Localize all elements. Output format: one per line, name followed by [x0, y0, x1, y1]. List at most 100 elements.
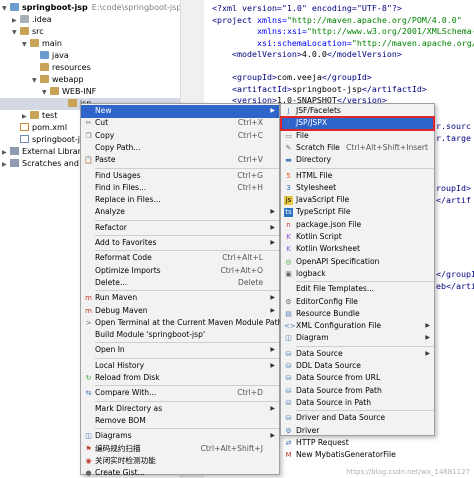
menu-item-create-gist[interactable]: ● Create Gist...	[81, 467, 279, 478]
tree-item-external-libraries[interactable]: ▶ External Librarie	[2, 146, 88, 158]
code-line[interactable]: <project xmlns="http://maven.apache.org/…	[212, 15, 462, 26]
tree-item-iml[interactable]: springboot-jsp	[20, 134, 89, 146]
menu-item-copy[interactable]: ❐ Copy Ctrl+C	[81, 130, 279, 143]
tree-item-idea[interactable]: ▶ .idea	[12, 14, 52, 26]
tree-item-label: .idea	[32, 15, 52, 24]
folder-icon	[50, 87, 59, 95]
menu-item-build-module-springboot-jsp[interactable]: Build Module 'springboot-jsp'	[81, 329, 279, 342]
menu-item-new[interactable]: New ▶	[81, 105, 279, 118]
chevron-down-icon[interactable]: ▼	[2, 3, 10, 15]
tree-item-webapp[interactable]: ▼ webapp	[32, 74, 84, 86]
menu-item-stylesheet[interactable]: 3 Stylesheet	[281, 182, 434, 195]
menu-item-editorconfig-file[interactable]: ⚙ EditorConfig File	[281, 296, 434, 309]
menu-item-open-terminal-at-the-current-maven-module-path[interactable]: > Open Terminal at the Current Maven Modu…	[81, 317, 283, 330]
menu-item-cut[interactable]: ✂ Cut Ctrl+X	[81, 117, 279, 130]
menu-item-jsp-jspx[interactable]: J JSP/JSPX	[280, 116, 435, 131]
code-line[interactable]: <?xml version="1.0" encoding="UTF-8"?>	[212, 3, 402, 14]
menu-item-remove-bom[interactable]: Remove BOM	[81, 415, 279, 428]
code-fragment[interactable]: roupId>	[436, 183, 471, 194]
code-line[interactable]: <modelVersion>4.0.0</modelVersion>	[212, 49, 402, 60]
menu-item-refactor[interactable]: Refactor ▶	[81, 222, 279, 235]
menu-item-kotlin-worksheet[interactable]: K Kotlin Worksheet	[281, 243, 434, 256]
menu-item-replace-in-files[interactable]: Replace in Files...	[81, 194, 279, 207]
menu-item-data-source-from-url[interactable]: ⛁ Data Source from URL	[281, 372, 434, 385]
driver-icon: ⚙	[285, 426, 292, 435]
menu-item-resource-bundle[interactable]: ▤ Resource Bundle	[281, 308, 434, 321]
menu-item-delete[interactable]: Delete... Delete	[81, 277, 279, 290]
menu-item-reload-from-disk[interactable]: ↻ Reload from Disk	[81, 372, 279, 385]
menu-item-find-usages[interactable]: Find Usages Ctrl+G	[81, 170, 279, 183]
code-fragment[interactable]: r.targe	[436, 133, 471, 144]
menu-item-jsf-facelets[interactable]: J JSF/Facelets	[281, 105, 434, 118]
tree-item-scratches[interactable]: ▶ Scratches and C	[2, 158, 87, 170]
menu-item-diagram[interactable]: ◫ Diagram ▶	[281, 332, 434, 345]
menu-item-compare-with[interactable]: ⇆ Compare With... Ctrl+D	[81, 387, 279, 400]
tree-item-pom[interactable]: pom.xml	[20, 122, 67, 134]
code-line[interactable]: <artifactId>springboot-jsp</artifactId>	[212, 84, 427, 95]
menu-item-javascript-file[interactable]: js JavaScript File	[281, 194, 434, 207]
menu-item-xml-configuration-file[interactable]: <> XML Configuration File ▶	[281, 320, 434, 333]
menu-item-local-history[interactable]: Local History ▶	[81, 360, 279, 373]
menu-item-scratch-file[interactable]: ✎ Scratch File Ctrl+Alt+Shift+Insert	[281, 142, 434, 155]
chevron-down-icon[interactable]: ▼	[32, 75, 40, 87]
code-fragment[interactable]: </artif	[436, 195, 471, 206]
menu-item-ddl-data-source[interactable]: ⛁ DDL Data Source	[281, 360, 434, 373]
menu-item-new-mybatisgeneratorfile[interactable]: M New MybatisGeneratorFile	[281, 449, 434, 462]
realtime-icon: ◉	[85, 456, 92, 465]
menu-item-data-source[interactable]: ⛁ Data Source ▶	[281, 348, 434, 361]
menu-item-analyze[interactable]: Analyze ▶	[81, 206, 279, 219]
menu-item-directory[interactable]: ▬ Directory	[281, 154, 434, 167]
tree-item-label: test	[42, 111, 58, 120]
tree-item-src[interactable]: ▼ src	[12, 26, 44, 38]
tree-item-resources[interactable]: resources	[40, 62, 91, 74]
code-fragment[interactable]: eb</artif	[436, 281, 474, 292]
menu-item-data-source-from-path[interactable]: ⛁ Data Source from Path	[281, 385, 434, 398]
folder-icon	[68, 99, 77, 107]
menu-item-copy-path[interactable]: Copy Path...	[81, 142, 279, 155]
shortcut-label: Ctrl+X	[237, 118, 263, 128]
menu-item-file[interactable]: ▭ File	[281, 130, 434, 143]
chevron-right-icon[interactable]: ▶	[2, 159, 10, 171]
menu-item-run-maven[interactable]: m Run Maven ▶	[81, 292, 279, 305]
menu-item-find-in-files[interactable]: Find in Files... Ctrl+H	[81, 182, 279, 195]
menu-item-typescript-file[interactable]: ts TypeScript File	[281, 206, 434, 219]
menu-item-item-36[interactable]: ◉ 关闭实时检测功能	[81, 455, 279, 468]
code-line[interactable]: xsi:schemaLocation="http://maven.apache.…	[212, 38, 474, 49]
menu-item-driver[interactable]: ⚙ Driver	[281, 425, 434, 438]
menu-item-openapi-specification[interactable]: ◎ OpenAPI Specification	[281, 256, 434, 269]
menu-item-label: HTML File	[296, 170, 333, 180]
library-icon	[10, 147, 19, 155]
tree-item-main[interactable]: ▼ main	[22, 38, 62, 50]
code-line[interactable]: <groupId>com.veeja</groupId>	[212, 72, 372, 83]
menu-item-reformat-code[interactable]: Reformat Code Ctrl+Alt+L	[81, 252, 279, 265]
tree-item-test[interactable]: ▶ test	[22, 110, 57, 122]
menu-item-label: Diagrams	[95, 431, 132, 441]
menu-separator	[95, 235, 279, 236]
openapi-icon: ◎	[285, 257, 292, 266]
menu-item-debug-maven[interactable]: m Debug Maven ▶	[81, 305, 279, 318]
menu-item-diagrams[interactable]: ◫ Diagrams ▶	[81, 430, 279, 443]
menu-item-html-file[interactable]: 5 HTML File	[281, 170, 434, 183]
menu-item-driver-and-data-source[interactable]: ⛁ Driver and Data Source	[281, 412, 434, 425]
tree-root[interactable]: ▼ springboot-jsp E:\code\springboot-jsp	[2, 2, 181, 14]
code-fragment[interactable]: r.sourc	[436, 121, 471, 132]
menu-item-logback[interactable]: ▣ logback	[281, 268, 434, 281]
menu-item-kotlin-script[interactable]: K Kotlin Script	[281, 231, 434, 244]
menu-item-open-in[interactable]: Open In ▶	[81, 344, 279, 357]
tree-item-java[interactable]: java	[40, 50, 69, 62]
tree-item-web-inf[interactable]: ▼ WEB-INF	[42, 86, 96, 98]
code-fragment[interactable]: </groupId	[436, 269, 474, 280]
menu-item-optimize-imports[interactable]: Optimize Imports Ctrl+Alt+O	[81, 265, 279, 278]
menu-item-data-source-in-path[interactable]: ⛁ Data Source in Path	[281, 397, 434, 410]
menu-item-add-to-favorites[interactable]: Add to Favorites ▶	[81, 237, 279, 250]
menu-item-mark-directory-as[interactable]: Mark Directory as ▶	[81, 403, 279, 416]
menu-item-item-35[interactable]: ⚑ 编码规约扫描 Ctrl+Alt+Shift+J	[81, 443, 279, 456]
menu-item-paste[interactable]: 📋 Paste Ctrl+V	[81, 154, 279, 167]
menu-item-package-json-file[interactable]: n package.json File	[281, 219, 434, 232]
menu-item-label: Add to Favorites	[95, 238, 157, 247]
chevron-down-icon[interactable]: ▼	[22, 39, 30, 51]
menu-item-edit-file-templates[interactable]: Edit File Templates...	[281, 283, 434, 296]
menu-item-http-request[interactable]: ⇄ HTTP Request	[281, 437, 434, 450]
code-line[interactable]: xmlns:xsi="http://www.w3.org/2001/XMLSch…	[212, 26, 474, 37]
chevron-down-icon[interactable]: ▼	[12, 27, 20, 39]
